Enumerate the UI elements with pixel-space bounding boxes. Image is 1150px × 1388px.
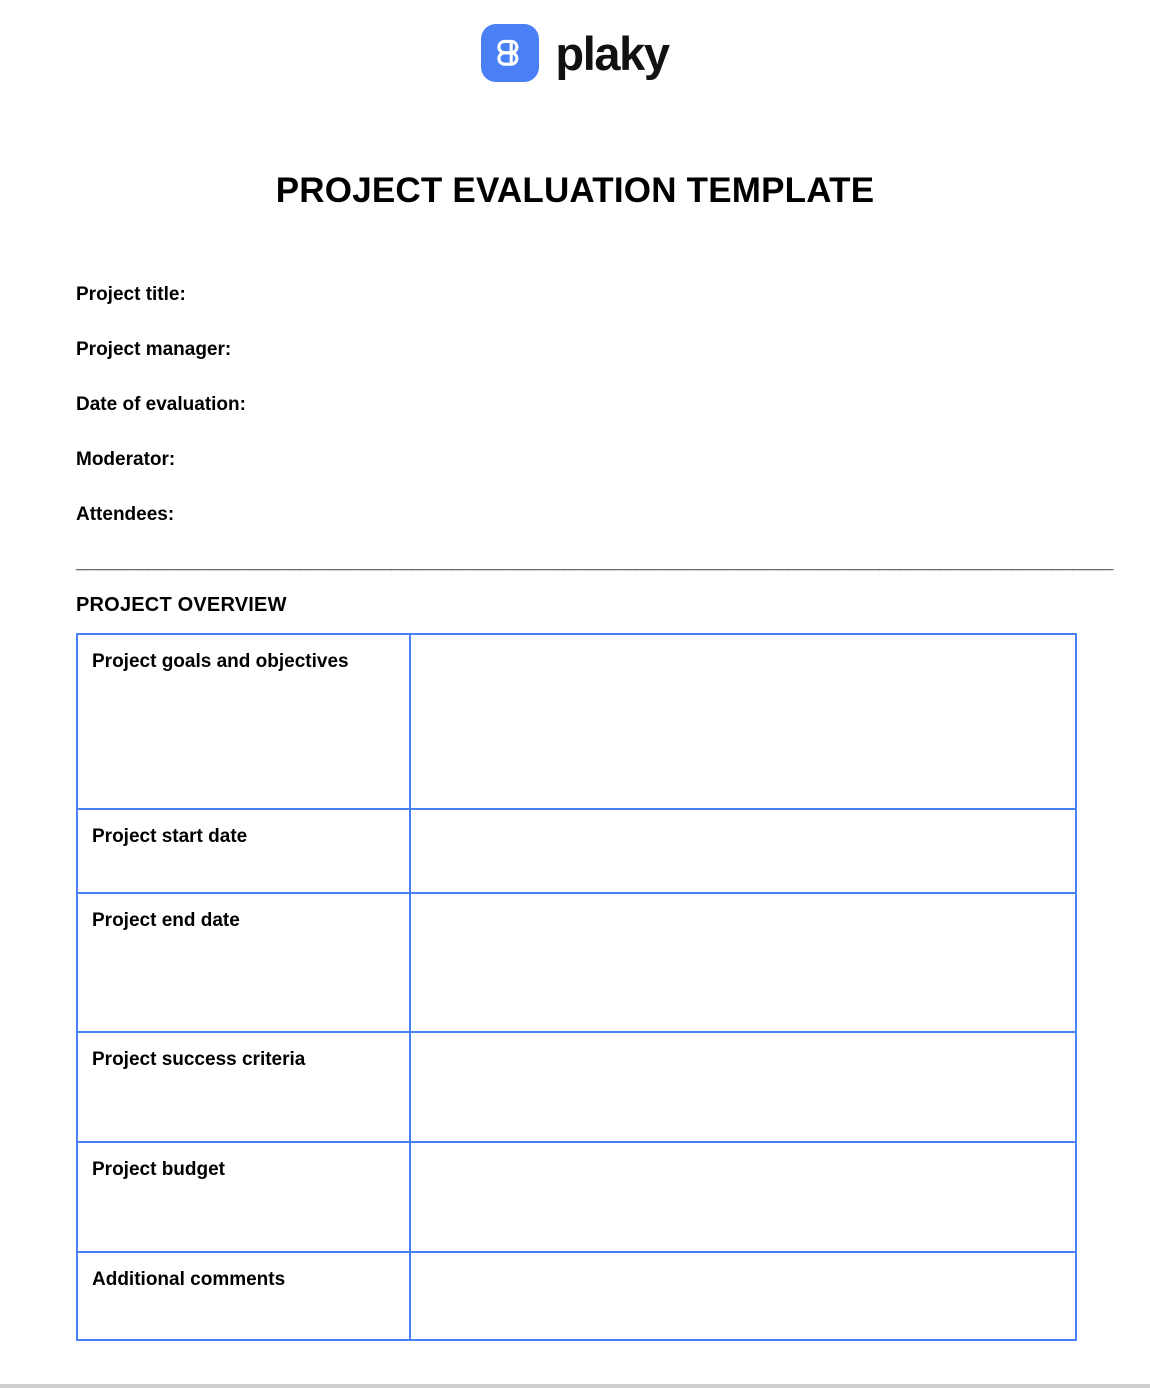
row-label-additional-comments: Additional comments xyxy=(76,1251,411,1342)
meta-fields-block: Project title: Project manager: Date of … xyxy=(0,285,1150,524)
plaky-logo-icon xyxy=(481,24,540,82)
project-overview-table: Project goals and objectives Project sta… xyxy=(76,633,1077,1342)
row-value-project-goals-and-objectives[interactable] xyxy=(409,633,1077,811)
plaky-wordmark: plaky xyxy=(555,26,670,80)
row-value-project-start-date[interactable] xyxy=(409,808,1077,895)
section-heading-project-overview: PROJECT OVERVIEW xyxy=(76,594,287,617)
meta-field-attendees: Attendees: xyxy=(76,504,175,526)
row-label-project-end-date: Project end date xyxy=(76,892,411,1034)
table-row: Project success criteria xyxy=(76,1031,1077,1144)
table-row: Project goals and objectives xyxy=(76,633,1077,811)
row-label-project-budget: Project budget xyxy=(76,1141,411,1254)
meta-field-project-manager: Project manager: xyxy=(76,339,232,361)
table-row: Project start date xyxy=(76,808,1077,895)
table-row: Additional comments xyxy=(76,1251,1077,1342)
meta-field-project-title: Project title: xyxy=(76,284,186,306)
page-title: PROJECT EVALUATION TEMPLATE xyxy=(275,171,875,210)
meta-field-date-of-evaluation: Date of evaluation: xyxy=(76,394,246,416)
row-value-additional-comments[interactable] xyxy=(409,1251,1077,1342)
row-value-project-end-date[interactable] xyxy=(409,892,1077,1034)
row-label-project-goals-and-objectives: Project goals and objectives xyxy=(76,633,411,811)
page-bottom-edge xyxy=(0,1384,1150,1388)
row-value-project-budget[interactable] xyxy=(409,1141,1077,1254)
document-sheet: PROJECT EVALUATION TEMPLATE Project titl… xyxy=(0,98,1150,1342)
table-row: Project budget xyxy=(76,1141,1077,1254)
plaky-logo-lockup: plaky xyxy=(481,24,670,82)
row-label-project-success-criteria: Project success criteria xyxy=(76,1031,411,1144)
meta-field-moderator: Moderator: xyxy=(76,449,176,471)
row-label-project-start-date: Project start date xyxy=(76,808,411,895)
row-value-project-success-criteria[interactable] xyxy=(409,1031,1077,1144)
brand-header: plaky xyxy=(0,0,1150,98)
section-divider: ________________________________________… xyxy=(76,553,1114,574)
table-row: Project end date xyxy=(76,892,1077,1034)
